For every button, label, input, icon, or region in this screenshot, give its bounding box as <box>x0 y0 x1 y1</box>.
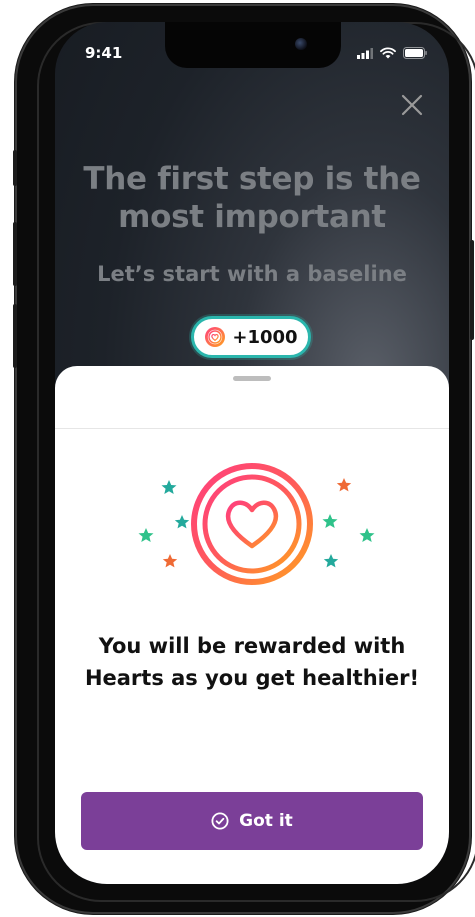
got-it-label: Got it <box>239 811 293 831</box>
phone-volume-down <box>13 304 17 368</box>
phone-side-button <box>13 150 17 186</box>
reward-message: You will be rewarded with Hearts as you … <box>84 634 420 690</box>
star-icon <box>322 514 338 528</box>
star-icon <box>138 528 154 542</box>
phone-volume-up <box>13 222 17 286</box>
phone-power-button <box>470 240 474 340</box>
sheet-divider <box>55 428 449 429</box>
intro-subtitle: Let’s start with a baseline <box>97 262 407 286</box>
star-icon <box>162 554 178 568</box>
notch <box>165 22 341 68</box>
reward-amount: +1000 <box>232 326 298 348</box>
battery-icon <box>403 47 427 59</box>
star-icon <box>336 478 352 492</box>
check-circle-icon <box>211 812 229 830</box>
bottom-sheet: You will be rewarded with Hearts as you … <box>55 366 449 884</box>
reward-pill: +1000 <box>191 316 311 358</box>
wifi-icon <box>380 47 396 59</box>
intro-title: The first step is the most important <box>83 161 421 235</box>
star-icon <box>359 528 375 542</box>
star-icon <box>161 480 177 494</box>
sheet-drag-handle[interactable] <box>233 376 271 381</box>
star-icons <box>138 478 375 568</box>
star-icon <box>174 515 190 529</box>
outer-ring <box>191 463 313 585</box>
camera-icon <box>295 38 307 50</box>
signal-icon <box>357 47 373 59</box>
star-icon <box>323 554 339 568</box>
got-it-button[interactable]: Got it <box>81 792 423 850</box>
close-icon[interactable] <box>401 94 423 116</box>
screen: 9:41 The first step is the most importan… <box>55 22 449 884</box>
inner-ring <box>202 474 302 574</box>
status-icons <box>357 47 427 59</box>
status-time: 9:41 <box>85 44 123 62</box>
heart-icon <box>225 500 279 549</box>
heart-coin-icon <box>205 327 226 347</box>
hearts-reward-illustration <box>138 463 375 585</box>
